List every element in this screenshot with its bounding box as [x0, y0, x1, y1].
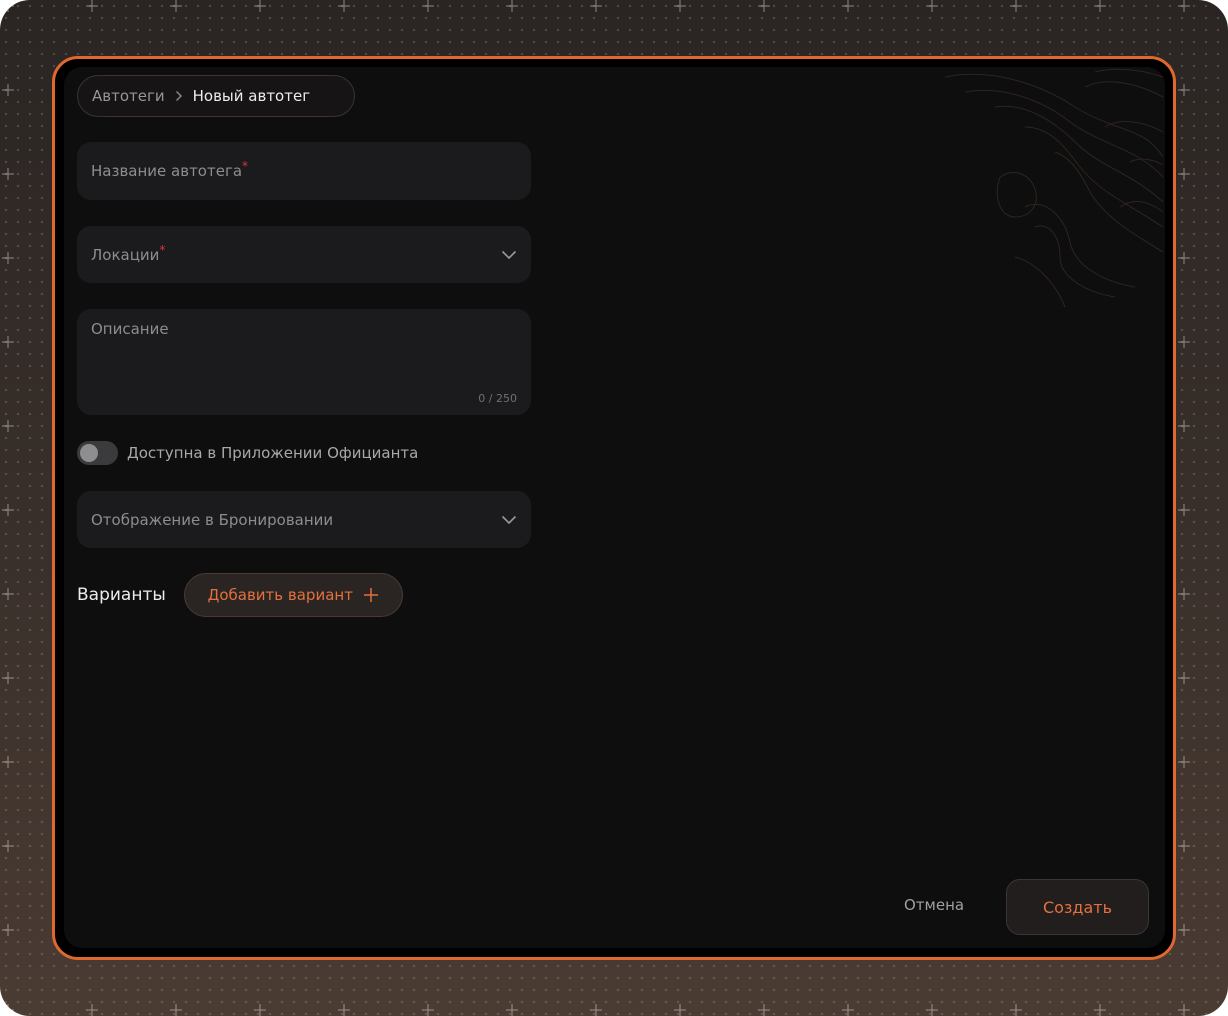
plus-mark [1094, 0, 1106, 12]
plus-mark [338, 1004, 350, 1016]
character-counter: 0 / 250 [478, 392, 517, 405]
plus-mark [506, 0, 518, 12]
plus-icon [363, 588, 378, 602]
plus-mark [1094, 1004, 1106, 1016]
plus-mark [1010, 1004, 1022, 1016]
plus-mark [1178, 840, 1190, 852]
chevron-down-icon [501, 515, 517, 524]
plus-mark [170, 0, 182, 12]
description-textarea[interactable]: Описание 0 / 250 [77, 309, 531, 415]
plus-mark [2, 756, 14, 768]
plus-mark [842, 1004, 854, 1016]
plus-mark [422, 0, 434, 12]
plus-mark [2, 252, 14, 264]
plus-mark [926, 0, 938, 12]
plus-mark [254, 0, 266, 12]
plus-mark [674, 0, 686, 12]
plus-mark [422, 1004, 434, 1016]
description-label: Описание [91, 320, 169, 338]
name-field[interactable]: Название автотега* [77, 142, 531, 200]
plus-mark [2, 0, 14, 12]
plus-mark [2, 420, 14, 432]
waiter-app-toggle[interactable] [77, 441, 118, 465]
plus-mark [590, 0, 602, 12]
plus-mark [1178, 0, 1190, 12]
add-variant-label: Добавить вариант [207, 586, 353, 604]
plus-mark [2, 168, 14, 180]
plus-mark [758, 0, 770, 12]
cancel-button[interactable]: Отмена [904, 896, 964, 914]
plus-mark [2, 588, 14, 600]
plus-mark [674, 1004, 686, 1016]
plus-mark [842, 0, 854, 12]
waiter-app-toggle-label: Доступна в Приложении Официанта [127, 444, 419, 462]
plus-mark [758, 1004, 770, 1016]
plus-mark [1178, 84, 1190, 96]
topography-decoration [944, 68, 1164, 308]
plus-mark [170, 1004, 182, 1016]
app-background: Автотеги Новый автотег Название автотега… [0, 0, 1228, 1016]
create-button[interactable]: Создать [1006, 879, 1149, 935]
breadcrumb-parent-link[interactable]: Автотеги [92, 87, 165, 105]
breadcrumb: Автотеги Новый автотег [77, 75, 355, 117]
plus-mark [1178, 168, 1190, 180]
waiter-app-toggle-row: Доступна в Приложении Официанта [77, 441, 418, 465]
plus-mark [2, 1004, 14, 1016]
plus-mark [2, 504, 14, 516]
plus-mark [1010, 0, 1022, 12]
breadcrumb-current: Новый автотег [192, 87, 311, 105]
plus-mark [1178, 252, 1190, 264]
plus-mark [1178, 1004, 1190, 1016]
variants-title: Варианты [77, 585, 166, 605]
locations-select[interactable]: Локации* [77, 226, 531, 283]
plus-mark [2, 84, 14, 96]
plus-mark [1178, 336, 1190, 348]
plus-mark [506, 1004, 518, 1016]
required-mark: * [242, 159, 249, 173]
toggle-knob [80, 444, 98, 462]
booking-display-label: Отображение в Бронировании [91, 511, 334, 529]
locations-select-label: Локации* [91, 243, 166, 264]
plus-mark [1178, 588, 1190, 600]
add-variant-button[interactable]: Добавить вариант [183, 573, 403, 617]
plus-mark [1178, 756, 1190, 768]
plus-mark [1178, 672, 1190, 684]
plus-mark [2, 840, 14, 852]
chevron-down-icon [501, 250, 517, 259]
plus-mark [2, 672, 14, 684]
plus-mark [1178, 924, 1190, 936]
booking-display-select[interactable]: Отображение в Бронировании [77, 491, 531, 548]
plus-mark [338, 0, 350, 12]
plus-mark [590, 1004, 602, 1016]
plus-mark [254, 1004, 266, 1016]
plus-mark [86, 0, 98, 12]
plus-mark [2, 924, 14, 936]
name-field-label: Название автотега* [91, 159, 249, 180]
variants-section: Варианты Добавить вариант [77, 573, 403, 617]
plus-mark [1178, 420, 1190, 432]
plus-mark [86, 1004, 98, 1016]
plus-mark [1178, 504, 1190, 516]
chevron-right-icon [175, 90, 183, 102]
plus-mark [926, 1004, 938, 1016]
create-button-label: Создать [1042, 897, 1113, 917]
required-mark: * [159, 243, 166, 257]
dialog-panel: Автотеги Новый автотег Название автотега… [64, 67, 1165, 948]
plus-mark [2, 336, 14, 348]
